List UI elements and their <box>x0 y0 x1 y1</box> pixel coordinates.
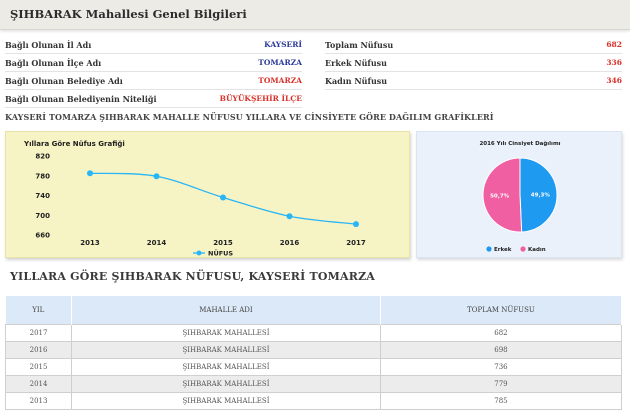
info-table-left: Bağlı Olunan İl Adı KAYSERİ Bağlı Olunan… <box>5 36 302 108</box>
population-table-heading: YILLARA GÖRE ŞIHBARAK NÜFUSU, KAYSERİ TO… <box>10 270 376 283</box>
data-point <box>87 170 93 177</box>
legend-marker <box>196 250 202 256</box>
cell-population: 779 <box>379 375 623 394</box>
line-chart-svg: Yıllara Göre Nüfus Grafiği 660 700 740 780 82… <box>23 140 366 258</box>
column-header-neighborhood: MAHALLE ADI <box>71 296 381 324</box>
table-row: 2015 ŞIHBARAK MAHALLESİ 736 <box>4 357 623 377</box>
info-value: BÜYÜKŞEHİR İLÇE <box>219 94 302 103</box>
info-row-province: Bağlı Olunan İl Adı KAYSERİ <box>5 36 302 54</box>
y-tick-label: 700 <box>35 212 50 220</box>
info-value: 336 <box>606 58 622 67</box>
info-label: Bağlı Olunan Belediye Adı <box>5 75 123 86</box>
info-value[interactable]: TOMARZA <box>258 58 302 67</box>
info-row-total-population: Toplam Nüfusu 682 <box>325 36 622 54</box>
cell-year: 2014 <box>4 375 73 394</box>
page-title: ŞIHBARAK Mahallesi Genel Bilgileri <box>10 7 247 21</box>
cell-neighborhood: ŞIHBARAK MAHALLESİ <box>71 392 381 411</box>
cell-neighborhood: ŞIHBARAK MAHALLESİ <box>71 375 381 394</box>
y-tick-label: 820 <box>35 153 50 161</box>
y-tick-label: 660 <box>35 232 50 240</box>
cell-population: 736 <box>379 357 623 377</box>
column-header-population: TOPLAM NÜFUSU <box>380 296 623 324</box>
info-label: Bağlı Olunan İlçe Adı <box>5 57 102 68</box>
info-row-female-population: Kadın Nüfusu 346 <box>325 72 622 90</box>
cell-neighborhood: ŞIHBARAK MAHALLESİ <box>71 340 381 359</box>
y-tick-label: 740 <box>35 192 50 200</box>
info-label: Toplam Nüfusu <box>325 39 394 50</box>
pie-slice-label: 49,3% <box>531 193 551 199</box>
cell-neighborhood: ŞIHBARAK MAHALLESİ <box>71 357 381 377</box>
legend-marker <box>520 246 526 252</box>
table-row: 2014 ŞIHBARAK MAHALLESİ 779 <box>4 375 623 394</box>
x-tick-label: 2017 <box>346 239 366 247</box>
info-label: Erkek Nüfusu <box>325 57 387 68</box>
info-row-municipality: Bağlı Olunan Belediye Adı TOMARZA <box>5 72 302 90</box>
x-tick-label: 2016 <box>280 239 300 247</box>
x-tick-label: 2013 <box>80 239 100 247</box>
y-tick-label: 780 <box>35 172 50 180</box>
data-point <box>153 173 160 180</box>
cell-year: 2013 <box>4 392 73 411</box>
cell-population: 682 <box>379 323 623 342</box>
column-header-year: YIL <box>5 296 73 324</box>
info-row-municipality-type: Bağlı Olunan Belediyenin Niteliği BÜYÜKŞ… <box>5 90 302 108</box>
info-value: 346 <box>606 76 622 85</box>
chart-title: Yıllara Göre Nüfus Grafiği <box>23 140 125 148</box>
info-value: 682 <box>606 40 622 49</box>
table-row: 2016 ŞIHBARAK MAHALLESİ 698 <box>4 340 623 359</box>
info-row-district: Bağlı Olunan İlçe Adı TOMARZA <box>5 54 302 72</box>
table-row: 2013 ŞIHBARAK MAHALLESİ 785 <box>4 392 623 411</box>
legend-marker <box>486 246 492 252</box>
legend-label: Kadın <box>528 247 546 253</box>
info-table-right: Toplam Nüfusu 682 Erkek Nüfusu 336 Kadın… <box>325 36 622 90</box>
data-point <box>286 213 293 220</box>
gender-pie-chart: 2016 Yılı Cinsiyet Dağılımı 49,3% 50,7% Erk… <box>416 131 622 258</box>
table-header-row: YIL MAHALLE ADI TOPLAM NÜFUSU <box>5 296 623 324</box>
pie-chart-svg: 2016 Yılı Cinsiyet Dağılımı 49,3% 50,7% Erk… <box>479 141 560 253</box>
population-line-chart: Yıllara Göre Nüfus Grafiği 660 700 740 780 82… <box>5 131 410 258</box>
cell-neighborhood: ŞIHBARAK MAHALLESİ <box>71 323 381 342</box>
population-table: YIL MAHALLE ADI TOPLAM NÜFUSU 2017 ŞIHBA… <box>4 296 623 411</box>
cell-population: 785 <box>379 392 623 411</box>
table-row: 2017 ŞIHBARAK MAHALLESİ 682 <box>4 323 623 342</box>
x-tick-label: 2015 <box>213 239 233 247</box>
cell-year: 2017 <box>4 323 73 342</box>
section-heading: KAYSERİ TOMARZA ŞIHBARAK MAHALLE NÜFUSU … <box>5 112 494 122</box>
info-label: Kadın Nüfusu <box>325 75 388 86</box>
x-tick-label: 2014 <box>147 239 167 247</box>
cell-year: 2016 <box>4 340 73 359</box>
info-label: Bağlı Olunan Belediyenin Niteliği <box>5 93 157 104</box>
header-bar: ŞIHBARAK Mahallesi Genel Bilgileri <box>0 0 630 30</box>
info-row-male-population: Erkek Nüfusu 336 <box>325 54 622 72</box>
cell-population: 698 <box>379 340 623 359</box>
data-point <box>220 194 226 201</box>
data-point <box>353 221 359 228</box>
legend-label: Erkek <box>494 247 512 253</box>
info-value[interactable]: KAYSERİ <box>264 40 302 49</box>
cell-year: 2015 <box>4 357 73 377</box>
pie-slice-label: 50,7% <box>490 193 510 199</box>
legend-label: NÜFUS <box>208 249 233 258</box>
info-label: Bağlı Olunan İl Adı <box>5 39 92 50</box>
info-value[interactable]: TOMARZA <box>258 76 302 85</box>
pie-title: 2016 Yılı Cinsiyet Dağılımı <box>479 141 560 147</box>
